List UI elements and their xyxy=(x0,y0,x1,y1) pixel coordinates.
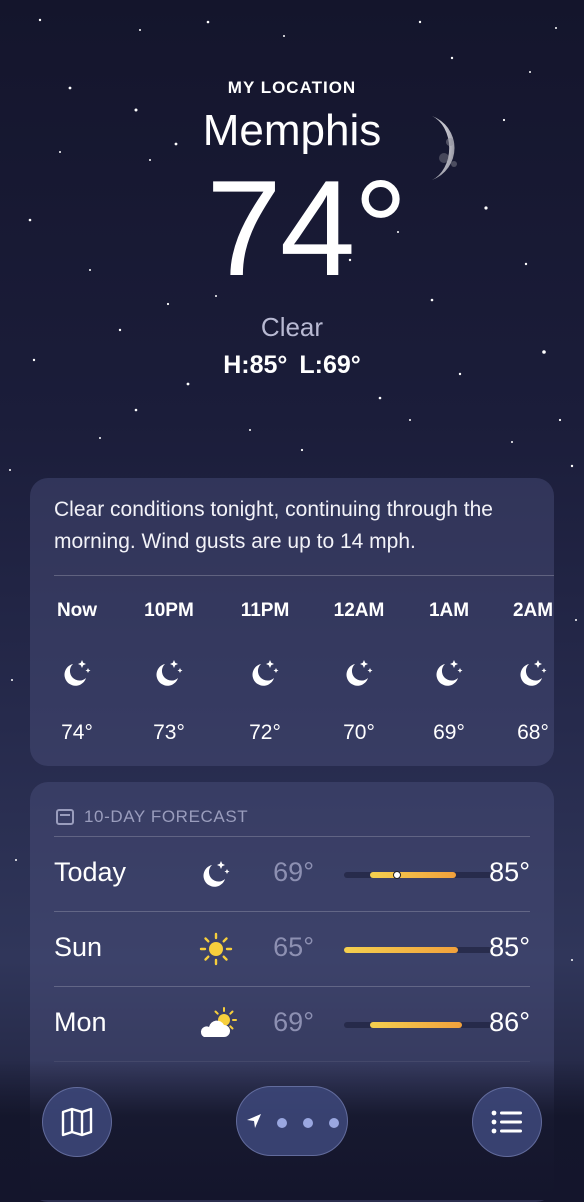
hour-time: Now xyxy=(56,600,98,621)
forecast-row-today[interactable]: Today 69° 85° xyxy=(54,836,530,911)
hour-temp: 70° xyxy=(343,721,375,744)
location-arrow-icon xyxy=(247,1114,261,1128)
high-temp: H:85° xyxy=(223,351,288,379)
forecast-row-sun[interactable]: Sun 65° 85° xyxy=(54,911,530,986)
sun-icon xyxy=(196,932,236,966)
page-dot xyxy=(303,1118,313,1128)
temp-range-fill xyxy=(344,947,458,953)
moon-stars-icon xyxy=(414,656,484,690)
page-indicator[interactable] xyxy=(236,1086,348,1156)
moon-stars-icon xyxy=(324,656,394,690)
moon-stars-icon xyxy=(196,857,236,891)
forecast-day: Mon xyxy=(54,1007,107,1037)
forecast-title: 10-DAY FORECAST xyxy=(84,807,249,826)
forecast-row-mon[interactable]: Mon 69° 86° xyxy=(54,986,530,1061)
hour-temp: 74° xyxy=(61,721,93,744)
temp-range-fill xyxy=(370,1022,462,1028)
temp-range-bar xyxy=(344,1022,492,1028)
page-dot xyxy=(329,1118,339,1128)
hour-time: 2AM xyxy=(512,600,554,621)
temp-range-bar xyxy=(344,871,492,879)
current-temp-dot xyxy=(393,871,401,879)
hour-time: 11PM xyxy=(240,600,290,621)
bottom-toolbar xyxy=(0,1086,584,1158)
low-temp: L:69° xyxy=(299,351,361,379)
hour-temp: 69° xyxy=(433,721,465,744)
page-dot xyxy=(277,1118,287,1128)
forecast-header: 10-DAY FORECAST xyxy=(30,782,554,836)
forecast-high: 86° xyxy=(489,1007,530,1037)
hour-temp: 73° xyxy=(153,721,185,744)
moon-icon xyxy=(432,116,457,180)
forecast-low: 69° xyxy=(273,857,314,887)
forecast-day: Today xyxy=(54,857,127,887)
forecast-low: 69° xyxy=(273,1007,314,1037)
hour-time: 12AM xyxy=(333,600,385,621)
forecast-day: Sun xyxy=(54,932,103,962)
moon-stars-icon xyxy=(134,656,204,690)
map-icon xyxy=(61,1107,93,1137)
moon-stars-icon xyxy=(42,656,112,690)
moon-stars-icon xyxy=(498,656,568,690)
moon-stars-icon xyxy=(230,656,300,690)
map-button[interactable] xyxy=(42,1087,112,1157)
forecast-low: 65° xyxy=(273,932,314,962)
temp-range-fill xyxy=(370,872,456,878)
list-icon xyxy=(491,1110,522,1134)
hour-temp: 72° xyxy=(249,721,281,744)
hour-time: 1AM xyxy=(428,600,470,621)
temp-range-bar xyxy=(344,947,492,953)
forecast-high: 85° xyxy=(489,857,530,887)
current-condition: Clear xyxy=(260,312,324,342)
hour-time: 10PM xyxy=(144,600,194,621)
divider xyxy=(54,575,554,576)
current-temperature: 74° xyxy=(206,152,408,304)
location-label: MY LOCATION xyxy=(227,78,357,97)
location-list-button[interactable] xyxy=(472,1087,542,1157)
forecast-high: 85° xyxy=(489,932,530,962)
calendar-icon xyxy=(56,809,74,825)
city-name: Memphis xyxy=(202,106,382,155)
hourly-forecast-card[interactable]: Clear conditions tonight, continuing thr… xyxy=(30,478,554,766)
high-low-temps: H:85° L:69° xyxy=(0,351,584,380)
hourly-summary: Clear conditions tonight, continuing thr… xyxy=(54,498,493,553)
partly-cloudy-icon xyxy=(196,1007,237,1041)
hour-temp: 68° xyxy=(517,721,549,744)
